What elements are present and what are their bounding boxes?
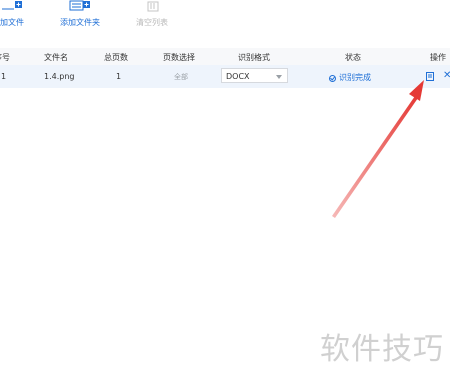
annotation-arrow [332, 80, 424, 218]
watermark: 软件技巧 [320, 332, 444, 367]
